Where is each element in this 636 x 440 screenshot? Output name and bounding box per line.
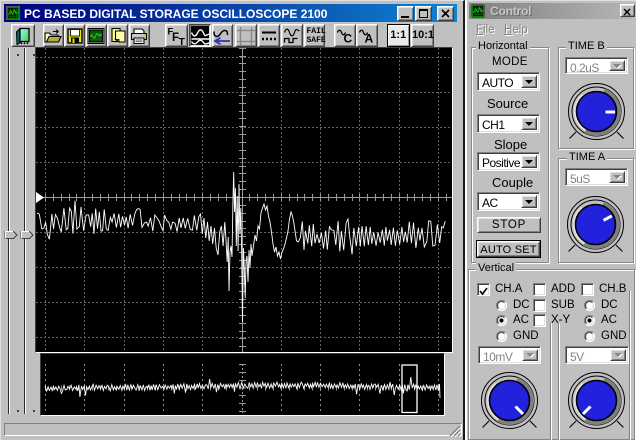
svg-text:A: A (364, 31, 373, 44)
svg-text:T: T (179, 36, 186, 46)
svg-text:C: C (343, 31, 352, 44)
